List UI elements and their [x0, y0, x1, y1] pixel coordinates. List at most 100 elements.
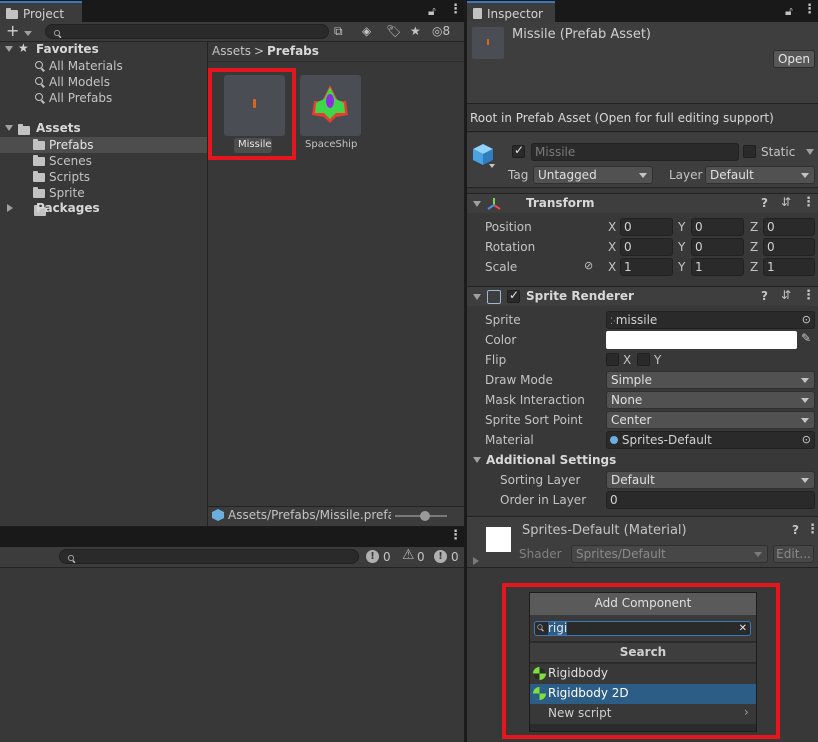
- edit-shader-button[interactable]: Edit...: [773, 545, 814, 563]
- packages-header[interactable]: Packages: [36, 201, 100, 215]
- search-scope-icon[interactable]: ⧉: [334, 24, 343, 38]
- inspector-lock-icon[interactable]: 🔓︎: [785, 4, 793, 18]
- rotation-x-input[interactable]: 0: [620, 238, 673, 256]
- grid-item-label[interactable]: SpaceShip: [305, 139, 357, 150]
- flip-y-checkbox[interactable]: [637, 353, 650, 366]
- position-y-input[interactable]: 0: [691, 218, 744, 236]
- sprite-renderer-header[interactable]: Sprite Renderer ? ⇵ ⋮: [467, 286, 818, 306]
- search-icon: [68, 555, 74, 561]
- gameobject-cube-icon[interactable]: [472, 142, 496, 168]
- inspector-menu-icon[interactable]: ⋮: [803, 2, 816, 17]
- favorite-all-prefabs[interactable]: All Prefabs: [0, 90, 207, 106]
- gameobject-name-input[interactable]: Missile: [531, 143, 739, 161]
- info-icon[interactable]: !: [366, 550, 379, 563]
- breadcrumb-root[interactable]: Assets: [212, 44, 251, 58]
- project-menu-icon[interactable]: ⋮: [449, 2, 462, 17]
- favorites-header[interactable]: Favorites: [36, 42, 99, 56]
- material-object-field[interactable]: Sprites-Default ⊙: [606, 431, 815, 449]
- preset-icon[interactable]: ⇵: [781, 288, 791, 302]
- object-picker-icon[interactable]: ⊙: [802, 432, 811, 448]
- add-dropdown-icon[interactable]: [24, 31, 32, 36]
- favorites-expand-icon[interactable]: [5, 46, 13, 52]
- color-swatch[interactable]: [606, 331, 797, 349]
- mask-interaction-dropdown[interactable]: None: [606, 391, 815, 409]
- favorite-star-icon[interactable]: ★: [410, 24, 421, 38]
- position-x-label[interactable]: X: [608, 220, 616, 234]
- tree-item-sprite[interactable]: Sprite: [0, 185, 207, 201]
- rotation-x-label[interactable]: X: [608, 240, 616, 254]
- tab-inspector[interactable]: Inspector: [467, 1, 555, 22]
- rotation-z-input[interactable]: 0: [763, 238, 815, 256]
- console-menu-icon[interactable]: ⋮: [449, 528, 462, 543]
- label-tag-icon[interactable]: 🏷︎: [386, 24, 401, 38]
- sprite-sort-point-dropdown[interactable]: Center: [606, 411, 815, 429]
- tree-item-prefabs[interactable]: Prefabs: [0, 137, 207, 153]
- additional-settings-header[interactable]: Additional Settings: [486, 453, 616, 467]
- packages-expand-icon[interactable]: [7, 204, 13, 212]
- static-checkbox[interactable]: [743, 145, 756, 158]
- filter-type-icon[interactable]: ◈: [362, 24, 371, 38]
- sprite-object-field[interactable]: ⁚·missile ⊙: [606, 311, 815, 329]
- scale-y-input[interactable]: 1: [691, 258, 744, 276]
- help-icon[interactable]: ?: [761, 196, 768, 210]
- material-foldout-icon[interactable]: [473, 557, 479, 565]
- order-in-layer-input[interactable]: 0: [606, 491, 815, 509]
- tree-item-scripts[interactable]: Scripts: [0, 169, 207, 185]
- shader-dropdown[interactable]: Sprites/Default: [571, 545, 768, 563]
- scale-link-icon[interactable]: ⊘: [584, 259, 593, 272]
- rotation-label: Rotation: [485, 240, 536, 254]
- tree-item-scenes[interactable]: Scenes: [0, 153, 207, 169]
- gameobject-active-checkbox[interactable]: [512, 143, 525, 158]
- console-search-input[interactable]: [59, 549, 359, 564]
- preset-icon[interactable]: ⇵: [781, 195, 791, 209]
- mask-interaction-value: None: [611, 393, 643, 407]
- project-search-input[interactable]: [45, 24, 329, 39]
- tag-dropdown[interactable]: Untagged: [533, 166, 653, 184]
- scale-z-input[interactable]: 1: [763, 258, 815, 276]
- material-menu-icon[interactable]: ⋮: [806, 522, 818, 537]
- rotation-y-label[interactable]: Y: [678, 240, 685, 254]
- favorite-all-models[interactable]: All Models: [0, 74, 207, 90]
- lock-icon[interactable]: 🔓︎: [428, 4, 436, 18]
- scale-y-label[interactable]: Y: [678, 260, 685, 274]
- position-z-input[interactable]: 0: [763, 218, 815, 236]
- spaceship-thumbnail[interactable]: [300, 75, 361, 136]
- open-prefab-button[interactable]: Open: [773, 50, 815, 68]
- object-picker-icon[interactable]: ⊙: [802, 312, 811, 328]
- flip-x-checkbox[interactable]: [606, 353, 619, 366]
- rotation-y-input[interactable]: 0: [691, 238, 744, 256]
- scale-x-label[interactable]: X: [608, 260, 616, 274]
- draw-mode-dropdown[interactable]: Simple: [606, 371, 815, 389]
- additional-settings-foldout-icon[interactable]: [473, 457, 481, 463]
- help-icon[interactable]: ?: [792, 523, 799, 537]
- position-z-label[interactable]: Z: [750, 220, 758, 234]
- assets-header[interactable]: Assets: [36, 121, 81, 135]
- layer-dropdown[interactable]: Default: [705, 166, 815, 184]
- sprite-renderer-enabled-checkbox[interactable]: [507, 288, 520, 303]
- tab-project[interactable]: Project: [0, 1, 82, 22]
- eyedropper-icon[interactable]: ✎: [801, 331, 811, 345]
- component-menu-icon[interactable]: ⋮: [802, 288, 815, 303]
- breadcrumb-current[interactable]: Prefabs: [267, 44, 319, 58]
- transform-foldout-icon[interactable]: [473, 201, 481, 207]
- scale-x-input[interactable]: 1: [620, 258, 673, 276]
- error-icon[interactable]: !: [434, 550, 447, 563]
- rotation-z-label[interactable]: Z: [750, 240, 758, 254]
- sorting-layer-dropdown[interactable]: Default: [606, 471, 815, 489]
- assets-expand-icon[interactable]: [5, 125, 13, 131]
- help-icon[interactable]: ?: [761, 289, 768, 303]
- add-asset-button[interactable]: +: [6, 22, 19, 40]
- sprite-renderer-foldout-icon[interactable]: [473, 294, 481, 300]
- transform-header[interactable]: Transform ? ⇵ ⋮: [467, 193, 818, 213]
- hidden-packages-icon[interactable]: ◎8: [432, 24, 450, 38]
- chevron-down-icon: [639, 173, 647, 178]
- sprite-sort-point-value: Center: [611, 413, 652, 427]
- component-menu-icon[interactable]: ⋮: [802, 195, 815, 210]
- warning-icon[interactable]: ⚠︎: [402, 547, 415, 563]
- scale-z-label[interactable]: Z: [750, 260, 758, 274]
- thumbnail-size-slider-handle[interactable]: [420, 511, 430, 521]
- favorite-all-materials[interactable]: All Materials: [0, 58, 207, 74]
- static-dropdown-icon[interactable]: [806, 149, 814, 155]
- position-x-input[interactable]: 0: [620, 218, 673, 236]
- position-y-label[interactable]: Y: [678, 220, 685, 234]
